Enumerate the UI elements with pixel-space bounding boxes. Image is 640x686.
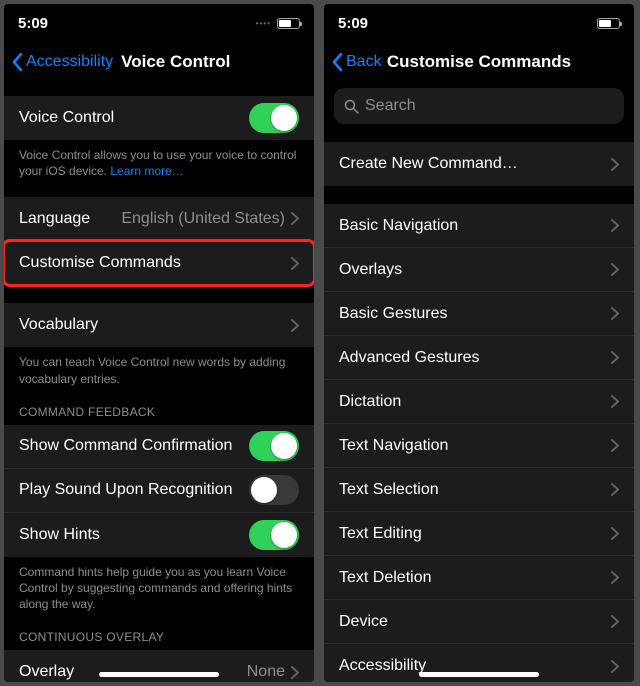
cell-label: Dictation [339, 393, 611, 411]
chevron-right-icon [611, 439, 619, 452]
chevron-right-icon [291, 212, 299, 225]
cell-label: Device [339, 613, 611, 631]
feedback-header: COMMAND FEEDBACK [4, 405, 314, 425]
chevron-right-icon [611, 351, 619, 364]
status-battery: •••• [256, 18, 300, 29]
cell-label: Advanced Gestures [339, 349, 611, 367]
home-indicator[interactable] [419, 672, 539, 677]
hints-footer: Command hints help guide you as you lear… [4, 557, 314, 613]
settings-scroll[interactable]: Voice Control Voice Control allows you t… [4, 82, 314, 682]
show-confirmation-row[interactable]: Show Command Confirmation [4, 425, 314, 469]
chevron-right-icon [611, 219, 619, 232]
category-row[interactable]: Overlays [324, 248, 634, 292]
chevron-right-icon [611, 571, 619, 584]
voice-control-toggle[interactable] [249, 103, 299, 133]
status-battery [597, 18, 620, 29]
status-time: 5:09 [338, 15, 368, 32]
back-button[interactable]: Accessibility [12, 53, 113, 71]
cell-label: Voice Control [19, 109, 249, 127]
overlay-row[interactable]: Overlay None [4, 650, 314, 682]
cell-label: Text Selection [339, 481, 611, 499]
category-row[interactable]: Basic Gestures [324, 292, 634, 336]
search-field[interactable]: Search [334, 88, 624, 124]
voice-control-toggle-row[interactable]: Voice Control [4, 96, 314, 140]
category-row[interactable]: Advanced Gestures [324, 336, 634, 380]
search-icon [344, 99, 359, 114]
cell-label: Play Sound Upon Recognition [19, 481, 249, 499]
category-row[interactable]: Text Navigation [324, 424, 634, 468]
show-hints-row[interactable]: Show Hints [4, 513, 314, 557]
chevron-right-icon [611, 263, 619, 276]
cell-value: English (United States) [121, 210, 285, 228]
nav-bar: Back Customise Commands [324, 42, 634, 82]
cell-label: Basic Navigation [339, 217, 611, 235]
category-row[interactable]: Dictation [324, 380, 634, 424]
show-hints-toggle[interactable] [249, 520, 299, 550]
commands-scroll[interactable]: Create New Command… Basic Navigation Over… [324, 124, 634, 682]
voice-control-footer: Voice Control allows you to use your voi… [4, 140, 314, 179]
chevron-right-icon [291, 666, 299, 679]
chevron-right-icon [611, 660, 619, 673]
phone-voice-control: 5:09 •••• Accessibility Voice Control Vo… [4, 4, 314, 682]
cell-label: Text Deletion [339, 569, 611, 587]
nav-bar: Accessibility Voice Control [4, 42, 314, 82]
cell-label: Show Hints [19, 526, 249, 544]
cell-label: Customise Commands [19, 254, 291, 272]
nav-title: Voice Control [121, 52, 230, 72]
chevron-right-icon [611, 395, 619, 408]
learn-more-link[interactable]: Learn more… [110, 164, 183, 178]
cell-label: Show Command Confirmation [19, 437, 249, 455]
status-bar: 5:09 [324, 4, 634, 42]
cell-label: Basic Gestures [339, 305, 611, 323]
chevron-right-icon [291, 319, 299, 332]
chevron-right-icon [611, 615, 619, 628]
phone-customise-commands: 5:09 Back Customise Commands Search Crea… [324, 4, 634, 682]
cell-value: None [247, 663, 285, 681]
chevron-right-icon [611, 483, 619, 496]
chevron-right-icon [611, 158, 619, 171]
home-indicator[interactable] [99, 672, 219, 677]
category-row[interactable]: Text Editing [324, 512, 634, 556]
cell-label: Overlays [339, 261, 611, 279]
chevron-right-icon [291, 257, 299, 270]
cell-label: Vocabulary [19, 316, 291, 334]
customise-commands-row[interactable]: Customise Commands [4, 241, 314, 285]
status-bar: 5:09 •••• [4, 4, 314, 42]
category-row[interactable]: Basic Navigation [324, 204, 634, 248]
category-row[interactable]: Text Deletion [324, 556, 634, 600]
cell-label: Text Navigation [339, 437, 611, 455]
category-row[interactable]: Device [324, 600, 634, 644]
play-sound-toggle[interactable] [249, 475, 299, 505]
cell-label: Language [19, 210, 121, 228]
play-sound-row[interactable]: Play Sound Upon Recognition [4, 469, 314, 513]
create-command-row[interactable]: Create New Command… [324, 142, 634, 186]
show-confirmation-toggle[interactable] [249, 431, 299, 461]
cell-label: Create New Command… [339, 155, 611, 173]
overlay-header: CONTINUOUS OVERLAY [4, 630, 314, 650]
back-label: Accessibility [26, 53, 113, 71]
language-row[interactable]: Language English (United States) [4, 197, 314, 241]
vocabulary-row[interactable]: Vocabulary [4, 303, 314, 347]
chevron-right-icon [611, 527, 619, 540]
category-row[interactable]: Text Selection [324, 468, 634, 512]
search-placeholder: Search [365, 97, 416, 115]
status-time: 5:09 [18, 15, 48, 32]
chevron-left-icon [12, 53, 23, 71]
vocabulary-footer: You can teach Voice Control new words by… [4, 347, 314, 386]
chevron-right-icon [611, 307, 619, 320]
nav-title: Customise Commands [324, 52, 634, 72]
cell-label: Text Editing [339, 525, 611, 543]
